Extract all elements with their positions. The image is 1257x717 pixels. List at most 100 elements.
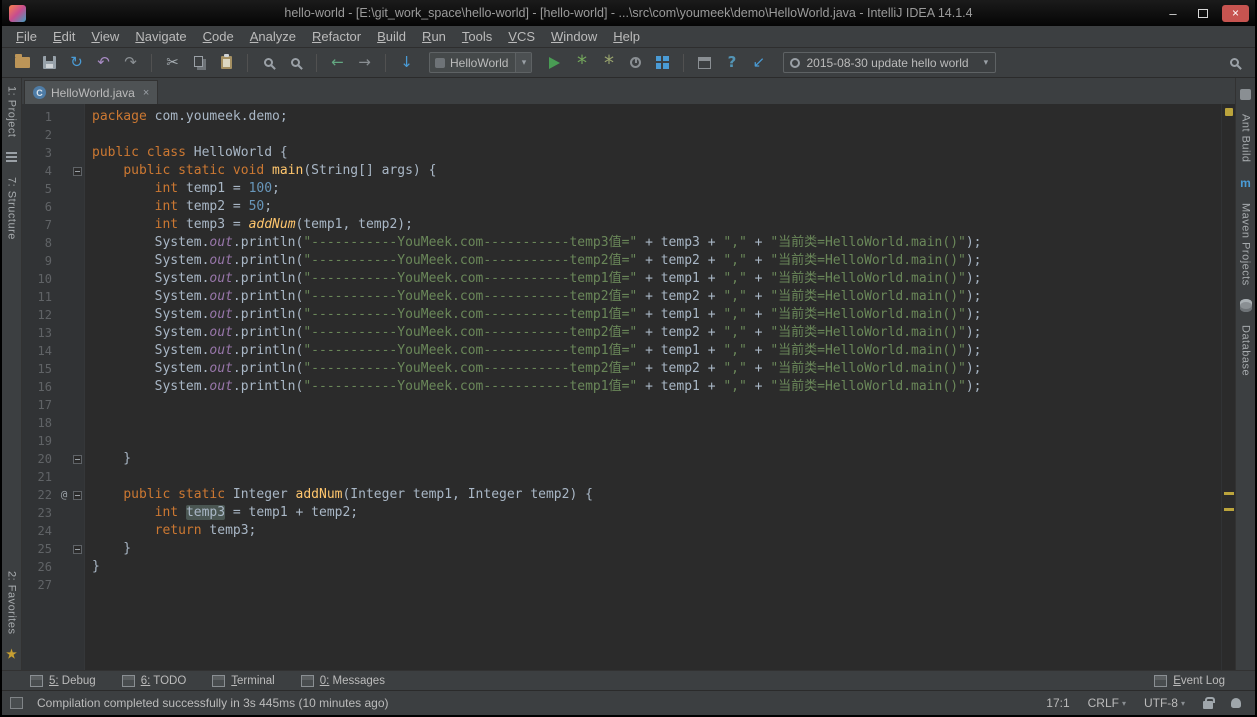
- code-line[interactable]: 18: [22, 414, 1221, 432]
- code-line[interactable]: 12 System.out.println("-----------YouMee…: [22, 306, 1221, 324]
- code-line[interactable]: 20 }: [22, 450, 1221, 468]
- line-number[interactable]: 5: [22, 180, 58, 198]
- line-number[interactable]: 8: [22, 234, 58, 252]
- tool-button-ant-build[interactable]: Ant Build: [1240, 114, 1252, 163]
- file-encoding-select[interactable]: UTF-8 ▾: [1144, 696, 1185, 710]
- menu-item-build[interactable]: Build: [369, 26, 414, 47]
- copy-icon[interactable]: [187, 51, 212, 74]
- menu-item-navigate[interactable]: Navigate: [127, 26, 194, 47]
- line-number[interactable]: 15: [22, 360, 58, 378]
- open-folder-icon[interactable]: [10, 51, 35, 74]
- code-line[interactable]: 19: [22, 432, 1221, 450]
- tool-button-messages[interactable]: 0: Messages: [301, 675, 385, 687]
- tool-button-todo[interactable]: 6: TODO: [122, 675, 187, 687]
- menu-item-vcs[interactable]: VCS: [500, 26, 543, 47]
- structure-icon[interactable]: [4, 149, 20, 165]
- code-line[interactable]: 25 }: [22, 540, 1221, 558]
- line-separator-select[interactable]: CRLF ▾: [1088, 696, 1126, 710]
- code-line[interactable]: 13 System.out.println("-----------YouMee…: [22, 324, 1221, 342]
- database-icon[interactable]: [1238, 297, 1254, 313]
- profiler-icon[interactable]: [623, 51, 648, 74]
- line-number[interactable]: 2: [22, 126, 58, 144]
- code-line[interactable]: 4 public static void main(String[] args)…: [22, 162, 1221, 180]
- search-everywhere-icon[interactable]: [1222, 51, 1247, 74]
- code-line[interactable]: 24 return temp3;: [22, 522, 1221, 540]
- line-number[interactable]: 6: [22, 198, 58, 216]
- tool-button-debug[interactable]: 5: Debug: [30, 675, 96, 687]
- line-number[interactable]: 3: [22, 144, 58, 162]
- line-number[interactable]: 27: [22, 576, 58, 594]
- line-number[interactable]: 4: [22, 162, 58, 180]
- line-number[interactable]: 24: [22, 522, 58, 540]
- code-line[interactable]: 8 System.out.println("-----------YouMeek…: [22, 234, 1221, 252]
- code-line[interactable]: 3public class HelloWorld {: [22, 144, 1221, 162]
- line-number[interactable]: 25: [22, 540, 58, 558]
- ant-build-icon[interactable]: [1238, 86, 1254, 102]
- code-line[interactable]: 9 System.out.println("-----------YouMeek…: [22, 252, 1221, 270]
- menu-item-view[interactable]: View: [83, 26, 127, 47]
- code-line[interactable]: 1package com.youmeek.demo;: [22, 108, 1221, 126]
- line-number[interactable]: 23: [22, 504, 58, 522]
- tool-button-structure[interactable]: 7: Structure: [6, 177, 18, 240]
- line-number[interactable]: 18: [22, 414, 58, 432]
- menu-item-refactor[interactable]: Refactor: [304, 26, 369, 47]
- fold-marker-icon[interactable]: [73, 491, 82, 500]
- line-number[interactable]: 10: [22, 270, 58, 288]
- status-message[interactable]: Compilation completed successfully in 3s…: [37, 696, 389, 710]
- toolwindow-toggle-icon[interactable]: [10, 697, 23, 709]
- code-line[interactable]: 23 int temp3 = temp1 + temp2;: [22, 504, 1221, 522]
- line-number[interactable]: 26: [22, 558, 58, 576]
- lock-icon[interactable]: [1203, 701, 1213, 709]
- update-project-icon[interactable]: ↙: [746, 51, 771, 74]
- line-number[interactable]: 16: [22, 378, 58, 396]
- line-number[interactable]: 11: [22, 288, 58, 306]
- code-line[interactable]: 27: [22, 576, 1221, 594]
- menu-item-tools[interactable]: Tools: [454, 26, 500, 47]
- warning-stripe-mark[interactable]: [1224, 508, 1234, 511]
- tool-button-database[interactable]: Database: [1240, 325, 1252, 376]
- tool-button-maven-projects[interactable]: Maven Projects: [1240, 203, 1252, 286]
- editor[interactable]: 1package com.youmeek.demo;23public class…: [22, 104, 1235, 670]
- favorites-star-icon[interactable]: ★: [4, 646, 20, 662]
- menu-item-edit[interactable]: Edit: [45, 26, 83, 47]
- menu-item-help[interactable]: Help: [605, 26, 648, 47]
- line-number[interactable]: 19: [22, 432, 58, 450]
- synchronize-icon[interactable]: ↻: [64, 51, 89, 74]
- tool-button-project[interactable]: 1: Project: [6, 86, 18, 137]
- code-line[interactable]: 14 System.out.println("-----------YouMee…: [22, 342, 1221, 360]
- tool-button-event-log[interactable]: Event Log: [1154, 675, 1225, 687]
- fold-marker-icon[interactable]: [73, 545, 82, 554]
- warning-stripe-mark[interactable]: [1224, 492, 1234, 495]
- line-number[interactable]: 13: [22, 324, 58, 342]
- back-icon[interactable]: ←: [325, 51, 350, 74]
- project-structure-icon[interactable]: [650, 51, 675, 74]
- caret-position[interactable]: 17:1: [1046, 696, 1069, 710]
- line-number[interactable]: 17: [22, 396, 58, 414]
- fold-marker-icon[interactable]: [73, 455, 82, 464]
- line-number[interactable]: 14: [22, 342, 58, 360]
- minimize-button[interactable]: –: [1162, 6, 1184, 21]
- tab-helloworld-java[interactable]: C HelloWorld.java ×: [24, 80, 158, 104]
- menu-item-analyze[interactable]: Analyze: [242, 26, 304, 47]
- code-line[interactable]: 21: [22, 468, 1221, 486]
- replace-icon[interactable]: [283, 51, 308, 74]
- help-icon[interactable]: ?: [719, 51, 744, 74]
- code-line[interactable]: 2: [22, 126, 1221, 144]
- paste-icon[interactable]: [214, 51, 239, 74]
- run-icon[interactable]: [542, 51, 567, 74]
- fold-marker-icon[interactable]: [73, 167, 82, 176]
- cut-icon[interactable]: ✂: [160, 51, 185, 74]
- maven-icon[interactable]: m: [1238, 175, 1254, 191]
- save-all-icon[interactable]: [37, 51, 62, 74]
- code-line[interactable]: 16 System.out.println("-----------YouMee…: [22, 378, 1221, 396]
- undo-icon[interactable]: ↶: [91, 51, 116, 74]
- find-icon[interactable]: [256, 51, 281, 74]
- line-number[interactable]: 7: [22, 216, 58, 234]
- debug-icon[interactable]: *: [596, 51, 621, 74]
- code-line[interactable]: 6 int temp2 = 50;: [22, 198, 1221, 216]
- line-number[interactable]: 9: [22, 252, 58, 270]
- line-number[interactable]: 1: [22, 108, 58, 126]
- inspections-indicator-icon[interactable]: [1225, 108, 1233, 116]
- close-button[interactable]: ×: [1222, 5, 1249, 22]
- code-line[interactable]: 17: [22, 396, 1221, 414]
